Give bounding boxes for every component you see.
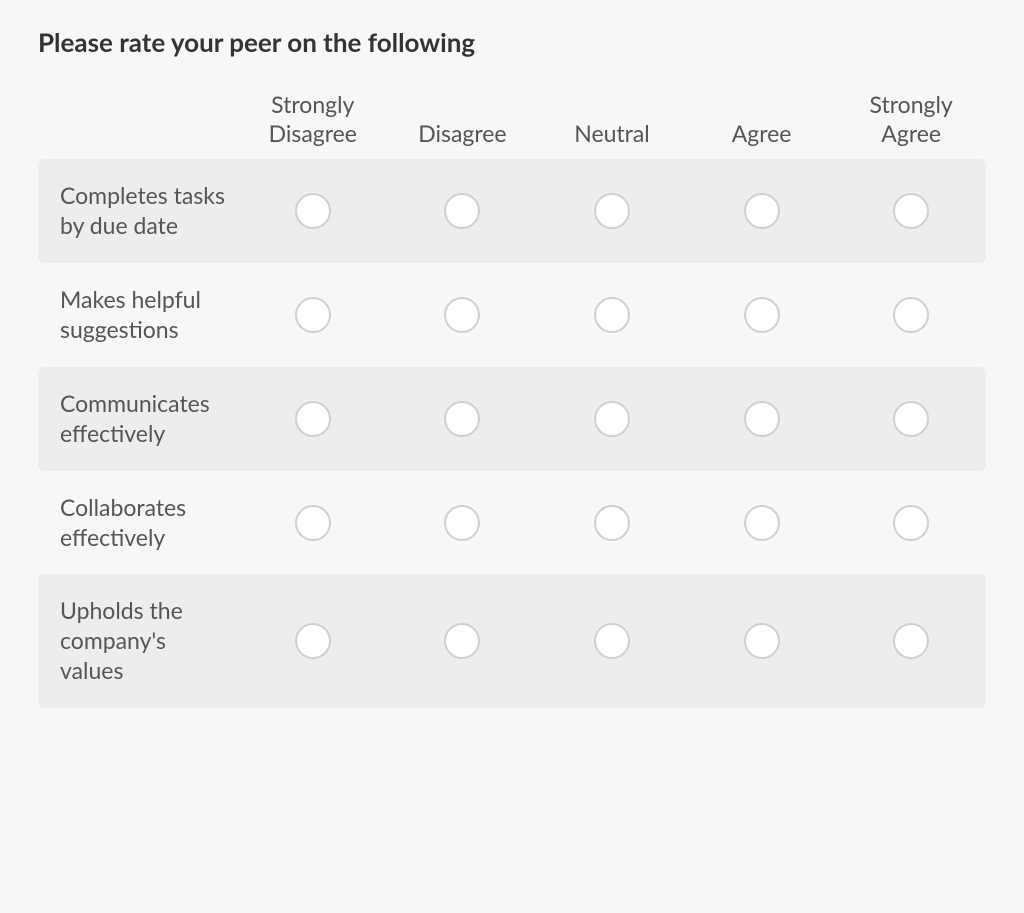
radio-cell — [836, 297, 986, 333]
radio-cell — [687, 623, 837, 659]
matrix-row-helpful-suggestions: Makes helpful suggestions — [38, 263, 986, 367]
radio-completes-tasks-strongly-agree[interactable] — [893, 193, 929, 229]
matrix-header-row: Strongly Disagree Disagree Neutral Agree… — [38, 90, 986, 160]
radio-cell — [238, 505, 388, 541]
radio-cell — [537, 297, 687, 333]
radio-cell — [537, 193, 687, 229]
column-header-strongly-agree: Strongly Agree — [836, 90, 986, 148]
radio-cell — [238, 401, 388, 437]
matrix-row-upholds-values: Upholds the company's values — [38, 574, 986, 708]
radio-completes-tasks-agree[interactable] — [744, 193, 780, 229]
radio-collaborates-agree[interactable] — [744, 505, 780, 541]
radio-cell — [537, 623, 687, 659]
row-label: Makes helpful suggestions — [38, 285, 238, 345]
radio-completes-tasks-disagree[interactable] — [444, 193, 480, 229]
radio-helpful-suggestions-strongly-agree[interactable] — [893, 297, 929, 333]
radio-collaborates-strongly-disagree[interactable] — [295, 505, 331, 541]
radio-completes-tasks-neutral[interactable] — [594, 193, 630, 229]
radio-collaborates-disagree[interactable] — [444, 505, 480, 541]
radio-collaborates-strongly-agree[interactable] — [893, 505, 929, 541]
radio-cell — [238, 623, 388, 659]
radio-cell — [537, 401, 687, 437]
radio-helpful-suggestions-disagree[interactable] — [444, 297, 480, 333]
radio-cell — [388, 505, 538, 541]
column-header-agree: Agree — [687, 119, 837, 148]
radio-upholds-values-strongly-disagree[interactable] — [295, 623, 331, 659]
radio-cell — [687, 297, 837, 333]
radio-cell — [388, 297, 538, 333]
radio-cell — [687, 193, 837, 229]
radio-upholds-values-agree[interactable] — [744, 623, 780, 659]
radio-cell — [836, 401, 986, 437]
question-title: Please rate your peer on the following — [38, 26, 986, 60]
column-header-disagree: Disagree — [388, 119, 538, 148]
radio-cell — [836, 623, 986, 659]
radio-completes-tasks-strongly-disagree[interactable] — [295, 193, 331, 229]
radio-cell — [388, 623, 538, 659]
column-header-neutral: Neutral — [537, 119, 687, 148]
radio-helpful-suggestions-neutral[interactable] — [594, 297, 630, 333]
radio-cell — [388, 193, 538, 229]
radio-communicates-agree[interactable] — [744, 401, 780, 437]
radio-cell — [388, 401, 538, 437]
radio-collaborates-neutral[interactable] — [594, 505, 630, 541]
row-label: Completes tasks by due date — [38, 181, 238, 241]
radio-cell — [836, 505, 986, 541]
radio-cell — [537, 505, 687, 541]
radio-upholds-values-neutral[interactable] — [594, 623, 630, 659]
matrix-row-communicates: Communicates effectively — [38, 367, 986, 471]
column-header-strongly-disagree: Strongly Disagree — [238, 90, 388, 148]
radio-cell — [687, 505, 837, 541]
row-label: Collaborates effectively — [38, 493, 238, 553]
rating-matrix: Strongly Disagree Disagree Neutral Agree… — [38, 90, 986, 708]
radio-helpful-suggestions-agree[interactable] — [744, 297, 780, 333]
survey-container: Please rate your peer on the following S… — [0, 0, 1024, 708]
radio-upholds-values-disagree[interactable] — [444, 623, 480, 659]
radio-communicates-strongly-disagree[interactable] — [295, 401, 331, 437]
radio-cell — [836, 193, 986, 229]
radio-helpful-suggestions-strongly-disagree[interactable] — [295, 297, 331, 333]
radio-communicates-strongly-agree[interactable] — [893, 401, 929, 437]
radio-cell — [687, 401, 837, 437]
radio-cell — [238, 193, 388, 229]
radio-cell — [238, 297, 388, 333]
radio-upholds-values-strongly-agree[interactable] — [893, 623, 929, 659]
matrix-row-collaborates: Collaborates effectively — [38, 471, 986, 575]
row-label: Upholds the company's values — [38, 596, 238, 686]
radio-communicates-neutral[interactable] — [594, 401, 630, 437]
matrix-row-completes-tasks: Completes tasks by due date — [38, 159, 986, 263]
row-label: Communicates effectively — [38, 389, 238, 449]
radio-communicates-disagree[interactable] — [444, 401, 480, 437]
